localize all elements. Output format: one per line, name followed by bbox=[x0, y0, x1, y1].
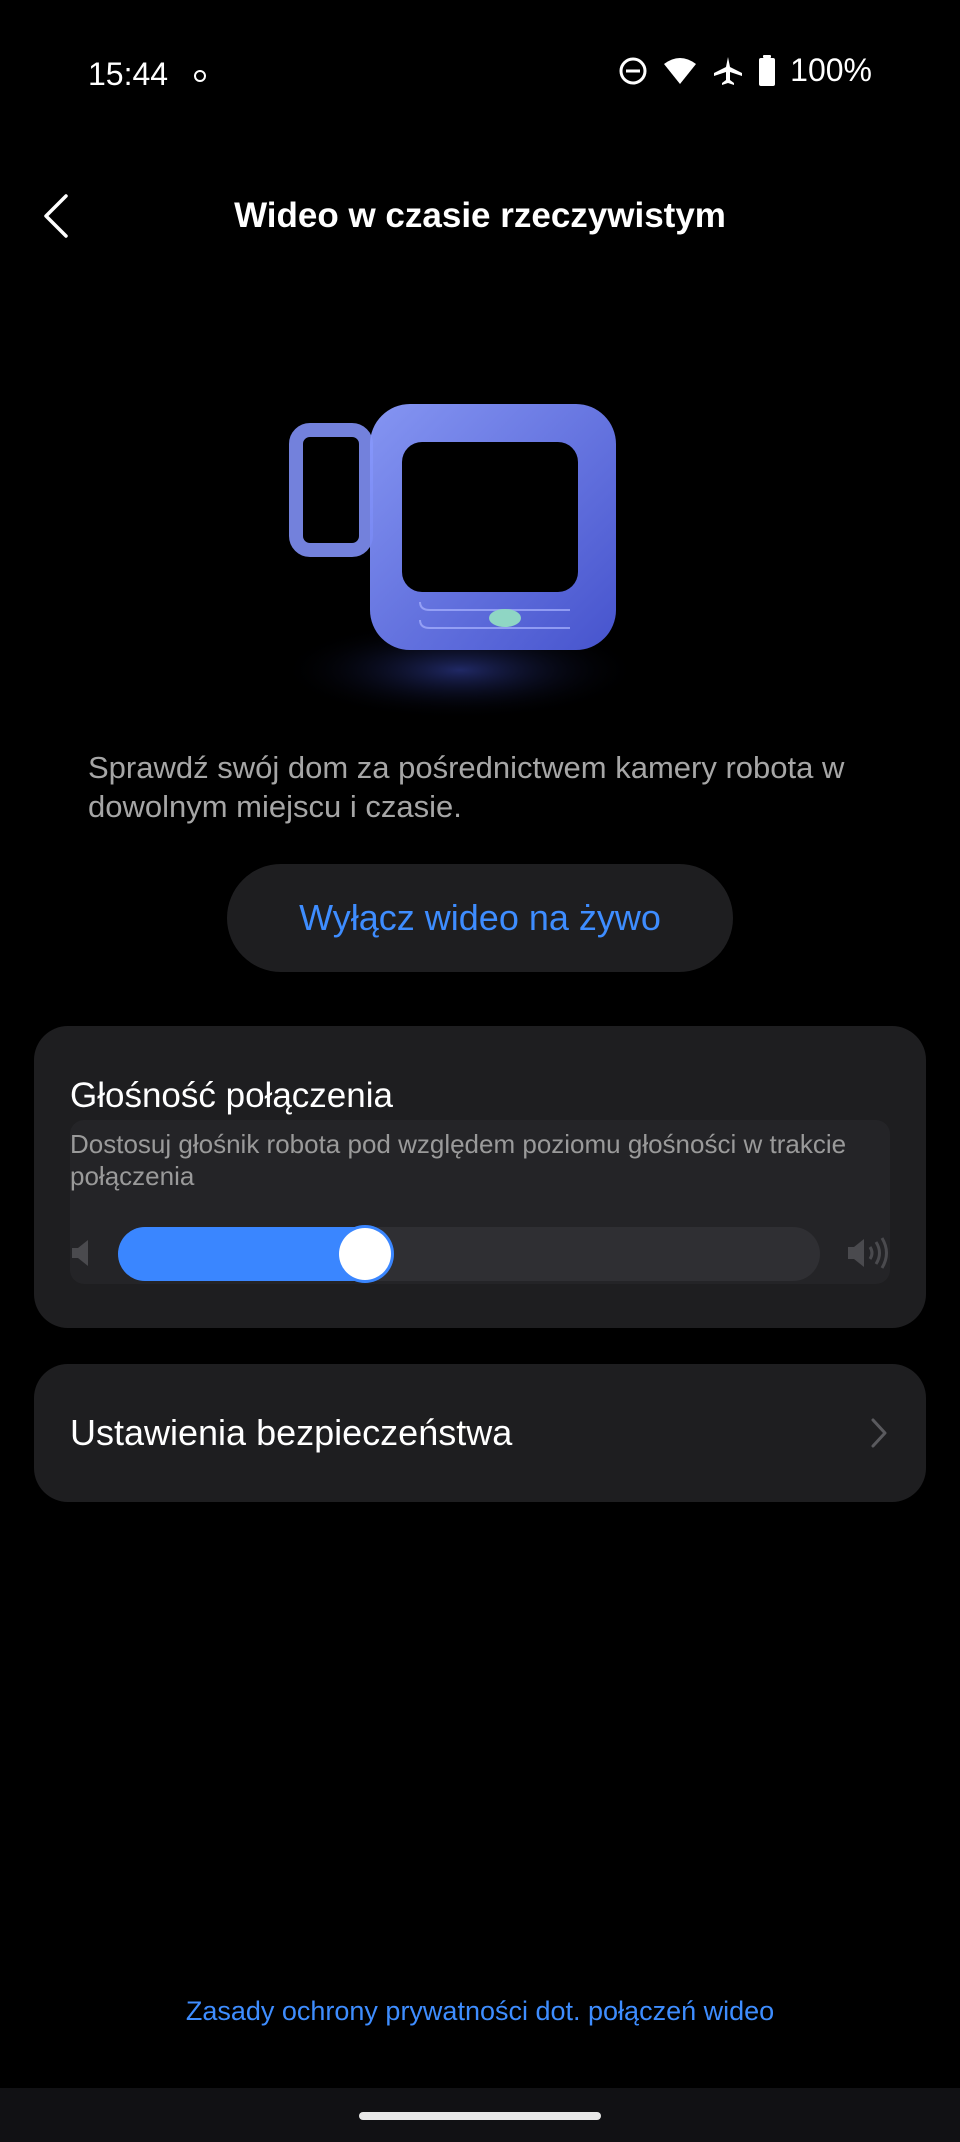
volume-slider-thumb[interactable] bbox=[339, 1228, 391, 1280]
dnd-icon bbox=[619, 57, 647, 84]
security-settings-label: Ustawienia bezpieczeństwa bbox=[70, 1412, 513, 1453]
disable-live-video-button[interactable]: Wyłącz wideo na żywo bbox=[227, 864, 733, 972]
call-volume-description: Dostosuj głośnik robota pod względem poz… bbox=[70, 1129, 847, 1191]
home-indicator[interactable] bbox=[359, 2112, 601, 2120]
wifi-icon bbox=[664, 57, 697, 84]
robot-camera-illustration bbox=[270, 370, 690, 730]
security-settings-item[interactable]: Ustawienia bezpieczeństwa bbox=[34, 1364, 926, 1502]
call-volume-title: Głośność połączenia bbox=[70, 1076, 393, 1115]
status-time: 15:44 bbox=[88, 56, 169, 92]
airplane-icon bbox=[714, 56, 743, 85]
chevron-right-icon bbox=[871, 1418, 887, 1448]
status-icons: 100% bbox=[618, 52, 872, 89]
notification-dot-icon bbox=[194, 70, 206, 82]
privacy-policy-link[interactable]: Zasady ochrony prywatności dot. połączeń… bbox=[0, 1996, 960, 2027]
feature-description: Sprawdź swój dom za pośrednictwem kamery… bbox=[88, 750, 845, 824]
volume-high-icon bbox=[846, 1236, 890, 1275]
volume-low-icon bbox=[70, 1238, 94, 1273]
battery-icon bbox=[759, 54, 776, 86]
page-title: Wideo w czasie rzeczywistym bbox=[234, 196, 726, 235]
battery-percentage: 100% bbox=[790, 52, 872, 88]
